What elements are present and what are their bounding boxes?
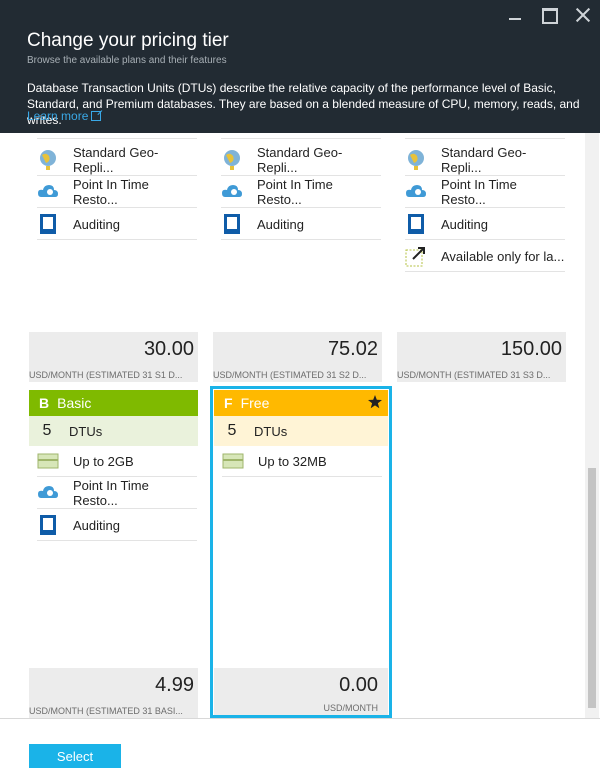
storage-icon — [37, 453, 59, 469]
price-footer: 150.00 USD/MONTH (ESTIMATED 31 S3 D... — [397, 332, 566, 382]
feature-row — [405, 133, 565, 139]
cloud-restore-icon — [222, 185, 242, 197]
cloud-restore-icon — [38, 486, 58, 498]
dtu-value: 5 — [42, 422, 52, 439]
learn-more-label: Learn more — [27, 109, 89, 123]
cloud-restore-icon — [38, 185, 58, 197]
book-icon — [40, 214, 56, 234]
external-arrow-icon — [405, 247, 425, 267]
price-value: 4.99 — [155, 674, 194, 696]
dtu-row: 5 DTUs — [29, 416, 198, 446]
feature-label: Up to 32MB — [258, 453, 327, 469]
feature-label: Point In Time Resto... — [441, 177, 517, 207]
tier-header-free: F Free — [214, 390, 388, 416]
price-label: USD/MONTH (ESTIMATED 31 BASI... — [29, 706, 183, 716]
dtu-description: Database Transaction Units (DTUs) descri… — [27, 81, 580, 127]
feature-row-geo: Standard Geo-Repli... — [405, 145, 565, 176]
price-label: USD/MONTH — [323, 703, 379, 713]
book-icon — [40, 515, 56, 535]
feature-label: Up to 2GB — [73, 453, 134, 469]
price-footer: 75.02 USD/MONTH (ESTIMATED 31 S2 D... — [213, 332, 382, 382]
feature-label: Standard Geo-Repli... — [257, 145, 343, 175]
tier-letter: B — [39, 395, 50, 411]
price-value: 150.00 — [500, 338, 562, 360]
feature-row-storage: Up to 2GB — [37, 446, 197, 477]
price-value: 30.00 — [143, 338, 194, 360]
feature-label: Auditing — [73, 216, 120, 232]
maximize-icon[interactable] — [540, 6, 558, 24]
tier-card-s1[interactable]: Standard Geo-Repli... Point In Time Rest… — [29, 133, 198, 382]
feature-row-auditing: Auditing — [37, 510, 197, 541]
feature-row-geo: Standard Geo-Repli... — [37, 145, 197, 176]
feature-row-auditing: Auditing — [37, 209, 197, 240]
vertical-scrollbar[interactable] — [585, 133, 599, 718]
feature-label: Standard Geo-Repli... — [441, 145, 527, 175]
tier-header-basic: B Basic — [29, 390, 198, 416]
scrollbar-thumb[interactable] — [588, 468, 596, 708]
tier-card-s3[interactable]: Standard Geo-Repli... Point In Time Rest… — [397, 133, 566, 382]
external-link-icon — [91, 111, 102, 121]
storage-icon — [221, 133, 243, 134]
action-bar: Select — [0, 718, 600, 768]
dtu-label: DTUs — [69, 423, 103, 439]
feature-label: Auditing — [257, 216, 304, 232]
price-label: USD/MONTH (ESTIMATED 31 S2 D... — [213, 370, 367, 380]
blade-header: Change your pricing tier Browse the avai… — [0, 0, 600, 133]
feature-row-pitr: Point In Time Resto... — [37, 177, 197, 208]
tier-card-basic[interactable]: B Basic 5 DTUs Up to 2GB Point In Time R… — [29, 390, 198, 718]
learn-more-link[interactable]: Learn more — [27, 109, 102, 123]
feature-row-auditing: Auditing — [405, 209, 565, 240]
book-icon — [408, 214, 424, 234]
feature-label: Available only for la... — [441, 248, 565, 264]
storage-icon — [405, 133, 427, 134]
book-icon — [224, 214, 240, 234]
tier-letter: F — [224, 395, 233, 411]
close-icon[interactable] — [574, 6, 592, 24]
price-footer: 0.00 USD/MONTH — [214, 668, 388, 715]
feature-row-pitr: Point In Time Resto... — [37, 478, 197, 509]
dtu-label: DTUs — [254, 423, 288, 439]
feature-label: Auditing — [73, 517, 120, 533]
price-value: 0.00 — [339, 674, 378, 696]
feature-label: Standard Geo-Repli... — [73, 145, 159, 175]
feature-row-auditing: Auditing — [221, 209, 381, 240]
tier-name: Free — [240, 395, 270, 411]
select-button[interactable]: Select — [29, 744, 121, 768]
window-controls — [506, 6, 592, 24]
tier-card-free[interactable]: F Free 5 DTUs Up to 32MB 0.00 USD/MONTH — [210, 386, 392, 718]
feature-label: Point In Time Resto... — [73, 478, 149, 508]
price-label: USD/MONTH (ESTIMATED 31 S1 D... — [29, 370, 183, 380]
cloud-restore-icon — [406, 185, 426, 197]
storage-icon — [37, 133, 59, 134]
storage-icon — [222, 453, 244, 469]
feature-label: Point In Time Resto... — [73, 177, 149, 207]
feature-row — [221, 133, 381, 139]
globe-icon — [224, 150, 240, 170]
page-title: Change your pricing tier — [27, 30, 229, 51]
page-subtitle: Browse the available plans and their fea… — [27, 55, 227, 66]
price-footer: 4.99 USD/MONTH (ESTIMATED 31 BASI... — [29, 668, 198, 718]
tier-card-s2[interactable]: Standard Geo-Repli... Point In Time Rest… — [213, 133, 382, 382]
price-label: USD/MONTH (ESTIMATED 31 S3 D... — [397, 370, 551, 380]
feature-row-storage: Up to 32MB — [222, 446, 382, 477]
price-footer: 30.00 USD/MONTH (ESTIMATED 31 S1 D... — [29, 332, 198, 382]
feature-label: Auditing — [441, 216, 488, 232]
feature-row-available: Available only for la... — [405, 241, 565, 272]
dtu-value: 5 — [227, 422, 237, 439]
globe-icon — [40, 150, 56, 170]
dtu-row: 5 DTUs — [214, 416, 388, 446]
feature-row-pitr: Point In Time Resto... — [221, 177, 381, 208]
price-value: 75.02 — [327, 338, 378, 360]
minimize-icon[interactable] — [506, 6, 524, 24]
feature-row — [37, 133, 197, 139]
feature-row-pitr: Point In Time Resto... — [405, 177, 565, 208]
globe-icon — [408, 150, 424, 170]
pricing-tier-grid[interactable]: Standard Geo-Repli... Point In Time Rest… — [0, 133, 600, 718]
feature-row-geo: Standard Geo-Repli... — [221, 145, 381, 176]
tier-name: Basic — [57, 395, 92, 411]
feature-label: Point In Time Resto... — [257, 177, 333, 207]
star-icon — [368, 395, 382, 409]
